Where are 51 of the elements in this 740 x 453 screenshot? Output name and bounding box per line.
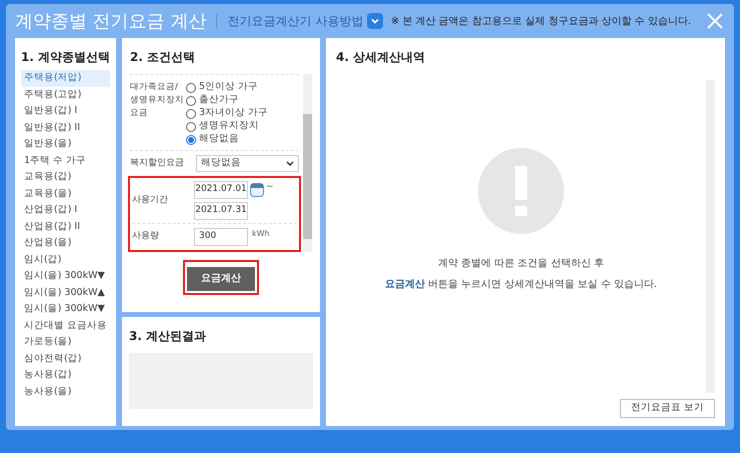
contract-type-item[interactable]: 산업용(갑) I	[21, 202, 110, 218]
contract-type-item[interactable]: 일반용(갑) I	[21, 103, 110, 120]
calculate-button[interactable]: 요금계산	[187, 266, 255, 290]
panel-title: 2. 조건선택	[130, 49, 196, 66]
calendar-icon[interactable]	[250, 183, 264, 197]
contract-type-item[interactable]: 산업용(갑) II	[21, 218, 110, 235]
radio-option[interactable]: 5인이상 가구	[186, 81, 268, 94]
contract-type-item[interactable]: 시간대별 요금사용	[21, 318, 110, 334]
contract-type-item[interactable]: 농사용(을)	[21, 384, 110, 400]
contract-type-item[interactable]: 주택용(고압)	[21, 86, 110, 103]
chevron-down-icon[interactable]	[367, 13, 384, 29]
radio-option[interactable]: 출산가구	[186, 94, 268, 107]
contract-type-item[interactable]: 교육용(갑)	[21, 169, 110, 186]
contract-type-item[interactable]: 가로등(을)	[21, 334, 110, 350]
caret-icon	[286, 160, 294, 166]
notice-text: ※ 본 계산 금액은 참고용으로 실제 청구요금과 상이할 수 있습니다.	[390, 14, 691, 28]
welfare-dropdown[interactable]: 해당없음	[196, 155, 299, 172]
field-label: 복지할인요금	[130, 156, 185, 170]
scrollbar[interactable]	[303, 74, 312, 252]
contract-type-item[interactable]: 교육용(을)	[21, 186, 110, 202]
field-label: 사용기간	[132, 194, 169, 207]
radio-option[interactable]: 생명유지장치	[186, 120, 268, 133]
window-title: 계약종별 전기요금 계산	[15, 10, 206, 34]
exclamation-icon	[478, 148, 564, 234]
contract-type-item[interactable]: 심야전력(갑)	[21, 350, 110, 367]
unit-label: kWh	[252, 228, 270, 240]
start-date-field[interactable]: 2021.07.01	[194, 181, 248, 199]
instruction-text: 요금계산 버튼을 누르시면 상세계산내역을 보실 수 있습니다.	[384, 278, 658, 292]
rate-table-button[interactable]: 전기요금표 보기	[620, 399, 715, 418]
instruction-text: 계약 종별에 따른 조건을 선택하신 후	[438, 257, 604, 271]
contract-type-item[interactable]: 농사용(갑)	[21, 367, 110, 384]
radio-option[interactable]: 해당없음	[186, 133, 268, 146]
contract-type-item[interactable]: 산업용(을)	[21, 235, 110, 252]
usage-field[interactable]: 300	[194, 228, 248, 246]
contract-type-item[interactable]: 임시(을) 300kW▼	[21, 301, 110, 318]
field-label: 사용량	[132, 230, 160, 244]
contract-type-item[interactable]: 일반용(을)	[21, 136, 110, 152]
close-button[interactable]	[705, 11, 725, 31]
contract-type-item[interactable]: 일반용(갑) II	[21, 120, 110, 136]
contract-type-item[interactable]: 임시(을) 300kW▼	[21, 268, 110, 284]
panel-title: 4. 상세계산내역	[336, 49, 426, 66]
field-label: 대가족요금/ 생명유지장치 요금	[130, 81, 185, 120]
contract-type-item[interactable]: 임시(을) 300kW▲	[21, 284, 110, 301]
range-separator: ~	[266, 181, 274, 194]
contract-type-item[interactable]: 주택용(저압)	[21, 70, 110, 86]
panel-title: 1. 계약종별선택	[21, 49, 112, 66]
end-date-field[interactable]: 2021.07.31	[194, 202, 248, 220]
radio-option[interactable]: 3자녀이상 가구	[186, 107, 268, 120]
contract-type-item[interactable]: 임시(갑)	[21, 252, 110, 268]
panel-title: 3. 계산된결과	[129, 328, 208, 345]
contract-type-item[interactable]: 1주택 수 가구	[21, 152, 110, 169]
